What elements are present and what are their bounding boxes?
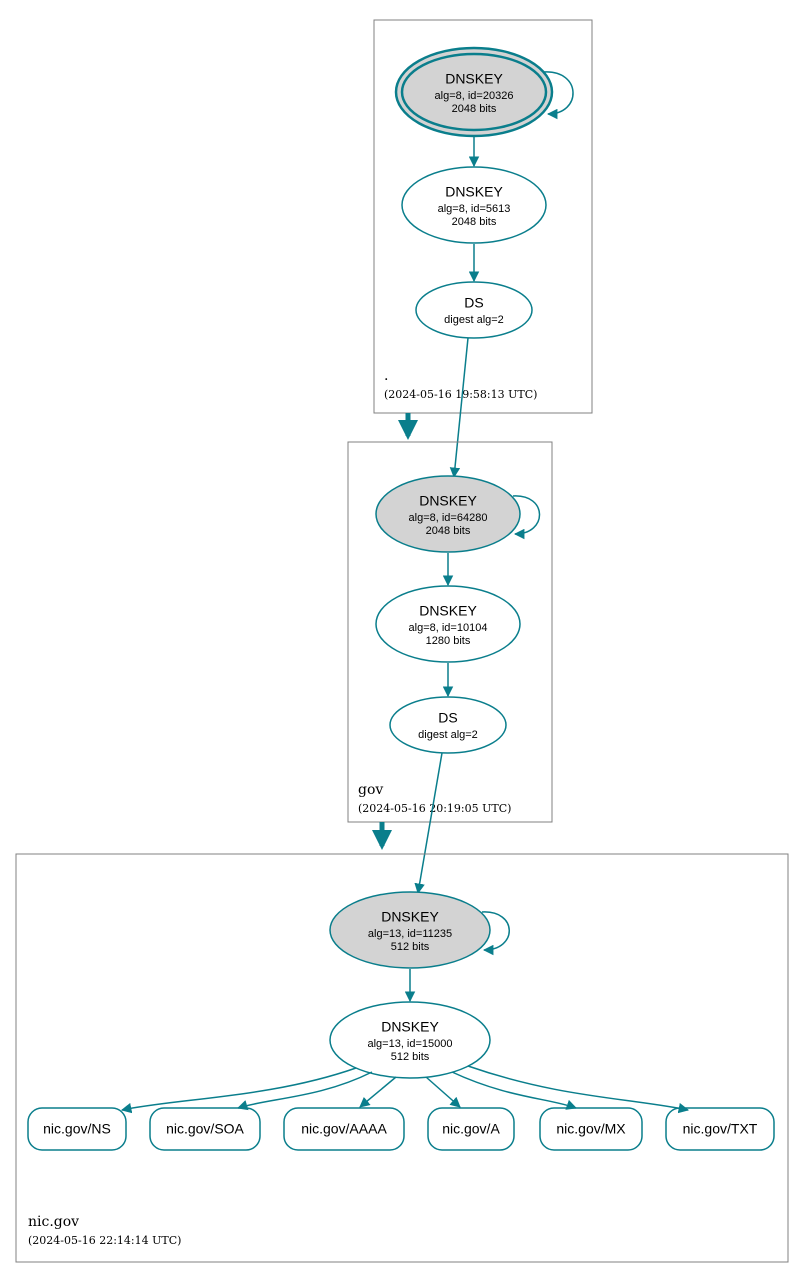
node-gov-zsk: DNSKEY alg=8, id=10104 1280 bits xyxy=(376,586,520,662)
node-gov-ksk: DNSKEY alg=8, id=64280 2048 bits xyxy=(376,476,520,552)
zone-timestamp-nic: (2024-05-16 22:14:14 UTC) xyxy=(28,1234,181,1247)
rrset-ns: nic.gov/NS xyxy=(28,1108,126,1150)
svg-text:DNSKEY: DNSKEY xyxy=(419,493,477,509)
svg-text:digest alg=2: digest alg=2 xyxy=(418,729,478,741)
svg-text:alg=13, id=15000: alg=13, id=15000 xyxy=(367,1038,452,1050)
rrset-aaaa: nic.gov/AAAA xyxy=(284,1108,404,1150)
svg-text:2048 bits: 2048 bits xyxy=(452,103,497,115)
svg-text:512 bits: 512 bits xyxy=(391,941,430,953)
rrset-soa: nic.gov/SOA xyxy=(150,1108,260,1150)
svg-text:alg=8, id=64280: alg=8, id=64280 xyxy=(409,512,488,524)
edge-nic-zsk-to-ns xyxy=(122,1068,356,1110)
svg-text:DNSKEY: DNSKEY xyxy=(381,909,439,925)
svg-text:alg=13, id=11235: alg=13, id=11235 xyxy=(368,928,452,940)
svg-text:alg=8, id=5613: alg=8, id=5613 xyxy=(438,203,511,215)
svg-text:2048 bits: 2048 bits xyxy=(452,216,497,228)
node-root-zsk: DNSKEY alg=8, id=5613 2048 bits xyxy=(402,167,546,243)
rrset-a: nic.gov/A xyxy=(428,1108,514,1150)
zone-label-gov: gov xyxy=(358,782,383,798)
svg-text:nic.gov/AAAA: nic.gov/AAAA xyxy=(301,1121,387,1137)
svg-text:alg=8, id=20326: alg=8, id=20326 xyxy=(435,90,514,102)
svg-text:nic.gov/SOA: nic.gov/SOA xyxy=(166,1121,244,1137)
node-nic-ksk: DNSKEY alg=13, id=11235 512 bits xyxy=(330,892,490,968)
node-nic-zsk: DNSKEY alg=13, id=15000 512 bits xyxy=(330,1002,490,1078)
svg-text:alg=8, id=10104: alg=8, id=10104 xyxy=(409,622,488,634)
edge-nic-zsk-to-soa xyxy=(238,1072,372,1108)
edge-gov-ds-to-nic-ksk xyxy=(418,753,442,893)
svg-text:DNSKEY: DNSKEY xyxy=(445,71,503,87)
zone-label-nic: nic.gov xyxy=(28,1214,79,1230)
edge-nic-zsk-to-txt xyxy=(468,1066,688,1110)
svg-text:DNSKEY: DNSKEY xyxy=(419,603,477,619)
svg-text:DNSKEY: DNSKEY xyxy=(445,184,503,200)
rrset-txt: nic.gov/TXT xyxy=(666,1108,774,1150)
svg-text:DNSKEY: DNSKEY xyxy=(381,1019,439,1035)
zone-timestamp-root: (2024-05-16 19:58:13 UTC) xyxy=(384,388,537,401)
svg-text:nic.gov/A: nic.gov/A xyxy=(442,1121,500,1137)
node-root-ksk: DNSKEY alg=8, id=20326 2048 bits xyxy=(396,48,552,136)
svg-text:DS: DS xyxy=(438,710,457,726)
svg-text:DS: DS xyxy=(464,295,483,311)
zone-timestamp-gov: (2024-05-16 20:19:05 UTC) xyxy=(358,802,511,815)
svg-text:digest alg=2: digest alg=2 xyxy=(444,314,504,326)
svg-text:nic.gov/TXT: nic.gov/TXT xyxy=(683,1121,758,1137)
node-root-ds: DS digest alg=2 xyxy=(416,282,532,338)
edge-nic-zsk-to-a xyxy=(426,1077,460,1107)
svg-text:2048 bits: 2048 bits xyxy=(426,525,471,537)
svg-text:nic.gov/NS: nic.gov/NS xyxy=(43,1121,111,1137)
svg-text:nic.gov/MX: nic.gov/MX xyxy=(556,1121,626,1137)
svg-text:1280 bits: 1280 bits xyxy=(426,635,471,647)
node-gov-ds: DS digest alg=2 xyxy=(390,697,506,753)
edge-nic-zsk-to-aaaa xyxy=(360,1077,396,1107)
zone-label-root: . xyxy=(384,368,388,384)
dnssec-graph: . (2024-05-16 19:58:13 UTC) DNSKEY alg=8… xyxy=(0,0,804,1278)
rrset-mx: nic.gov/MX xyxy=(540,1108,642,1150)
svg-text:512 bits: 512 bits xyxy=(391,1051,430,1063)
edge-root-ds-to-gov-ksk xyxy=(454,338,468,477)
